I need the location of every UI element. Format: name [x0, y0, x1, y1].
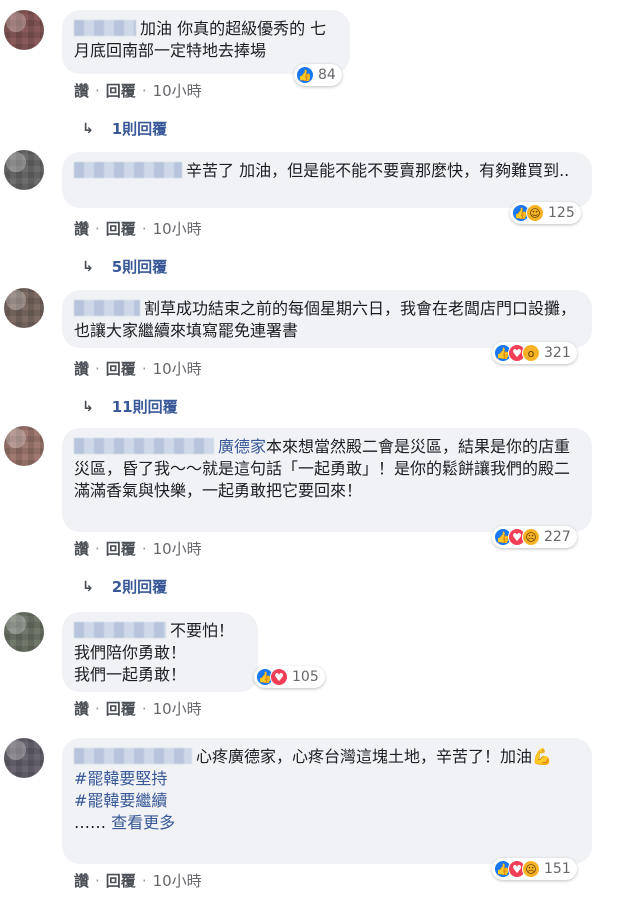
- reply-link[interactable]: 回覆: [106, 698, 136, 719]
- haha-reaction-icon: ☺: [526, 204, 544, 222]
- reply-link[interactable]: 回覆: [106, 538, 136, 559]
- sad-reaction-icon: ☹: [522, 860, 540, 878]
- reaction-count: 227: [544, 529, 571, 545]
- avatar[interactable]: [4, 612, 44, 652]
- mention-link[interactable]: 廣德家: [218, 437, 266, 456]
- comment-line: 不要怕！: [170, 621, 235, 640]
- comment-bubble: 廣德家本來想當然殿二會是災區，結果是你的店重災區，昏了我～～就是這句話「一起勇敢…: [62, 428, 592, 532]
- commenter-name[interactable]: [74, 438, 214, 454]
- timestamp[interactable]: 10小時: [153, 218, 202, 239]
- reply-link[interactable]: 回覆: [106, 218, 136, 239]
- love-reaction-icon: ♥: [270, 668, 288, 686]
- reply-link[interactable]: 回覆: [106, 80, 136, 101]
- reaction-count: 151: [544, 861, 571, 877]
- sad-reaction-icon: ☹: [522, 528, 540, 546]
- commenter-name[interactable]: [74, 162, 182, 178]
- avatar[interactable]: [4, 288, 44, 328]
- reaction-count: 125: [548, 205, 575, 221]
- view-replies-link[interactable]: ↳ 11則回覆: [82, 396, 178, 417]
- comment-actions: 讚 · 回覆 · 10小時: [74, 80, 202, 101]
- like-link[interactable]: 讚: [74, 358, 89, 379]
- view-replies-link[interactable]: ↳ 5則回覆: [82, 256, 167, 277]
- avatar[interactable]: [4, 426, 44, 466]
- timestamp[interactable]: 10小時: [153, 698, 202, 719]
- comment-actions: 讚 · 回覆 · 10小時: [74, 218, 202, 239]
- comment-text: 辛苦了 加油，但是能不能不要賣那麼快，有夠難買到..: [186, 161, 570, 180]
- reaction-summary[interactable]: 👍 ♥ o 321: [492, 342, 577, 364]
- comment-line: 我們陪你勇敢！: [74, 643, 187, 662]
- hashtag-link[interactable]: #罷韓要堅持: [74, 768, 580, 790]
- reply-arrow-icon: ↳: [82, 398, 94, 415]
- reaction-summary[interactable]: 👍 ☺ 125: [510, 202, 581, 224]
- view-replies-link[interactable]: ↳ 2則回覆: [82, 576, 167, 597]
- comment-actions: 讚 · 回覆 · 10小時: [74, 358, 202, 379]
- reply-link[interactable]: 回覆: [106, 870, 136, 891]
- timestamp[interactable]: 10小時: [153, 538, 202, 559]
- comment-text: 心疼廣德家，心疼台灣這塊土地，辛苦了！加油💪: [196, 747, 552, 766]
- reaction-count: 321: [544, 345, 571, 361]
- comment-actions: 讚 · 回覆 · 10小時: [74, 870, 202, 891]
- like-link[interactable]: 讚: [74, 80, 89, 101]
- timestamp[interactable]: 10小時: [153, 870, 202, 891]
- wow-reaction-icon: o: [522, 344, 540, 362]
- comment-bubble: 不要怕！ 我們陪你勇敢！ 我們一起勇敢！: [62, 612, 258, 692]
- commenter-name[interactable]: [74, 622, 166, 638]
- timestamp[interactable]: 10小時: [153, 358, 202, 379]
- reaction-count: 105: [292, 669, 319, 685]
- reaction-summary[interactable]: 👍 ♥ ☹ 227: [492, 526, 577, 548]
- like-reaction-icon: 👍: [296, 66, 314, 84]
- comment-bubble: 辛苦了 加油，但是能不能不要賣那麼快，有夠難買到..: [62, 152, 592, 208]
- reaction-summary[interactable]: 👍 ♥ 105: [254, 666, 325, 688]
- reply-link[interactable]: 回覆: [106, 358, 136, 379]
- comment-bubble: 心疼廣德家，心疼台灣這塊土地，辛苦了！加油💪 #罷韓要堅持 #罷韓要繼續 …… …: [62, 738, 592, 864]
- reaction-count: 84: [318, 67, 336, 83]
- hashtag-link[interactable]: #罷韓要繼續: [74, 790, 580, 812]
- like-link[interactable]: 讚: [74, 698, 89, 719]
- view-replies-link[interactable]: ↳ 1則回覆: [82, 118, 167, 139]
- timestamp[interactable]: 10小時: [153, 80, 202, 101]
- comment-actions: 讚 · 回覆 · 10小時: [74, 538, 202, 559]
- comment-bubble: 割草成功結束之前的每個星期六日，我會在老闆店門口設攤，也讓大家繼續來填寫罷免連署…: [62, 290, 592, 348]
- avatar[interactable]: [4, 738, 44, 778]
- reaction-summary[interactable]: 👍 ♥ ☹ 151: [492, 858, 577, 880]
- commenter-name[interactable]: [74, 20, 136, 36]
- comment-text: 割草成功結束之前的每個星期六日，我會在老闆店門口設攤，也讓大家繼續來填寫罷免連署…: [74, 299, 577, 340]
- reaction-summary[interactable]: 👍 84: [294, 64, 342, 86]
- reply-arrow-icon: ↳: [82, 578, 94, 595]
- commenter-name[interactable]: [74, 748, 192, 764]
- like-link[interactable]: 讚: [74, 538, 89, 559]
- reply-arrow-icon: ↳: [82, 258, 94, 275]
- avatar[interactable]: [4, 150, 44, 190]
- like-link[interactable]: 讚: [74, 218, 89, 239]
- comment-actions: 讚 · 回覆 · 10小時: [74, 698, 202, 719]
- comment-line: 我們一起勇敢！: [74, 665, 187, 684]
- avatar[interactable]: [4, 10, 44, 50]
- like-link[interactable]: 讚: [74, 870, 89, 891]
- commenter-name[interactable]: [74, 300, 140, 316]
- see-more-link[interactable]: …… 查看更多: [74, 812, 580, 834]
- reply-arrow-icon: ↳: [82, 120, 94, 137]
